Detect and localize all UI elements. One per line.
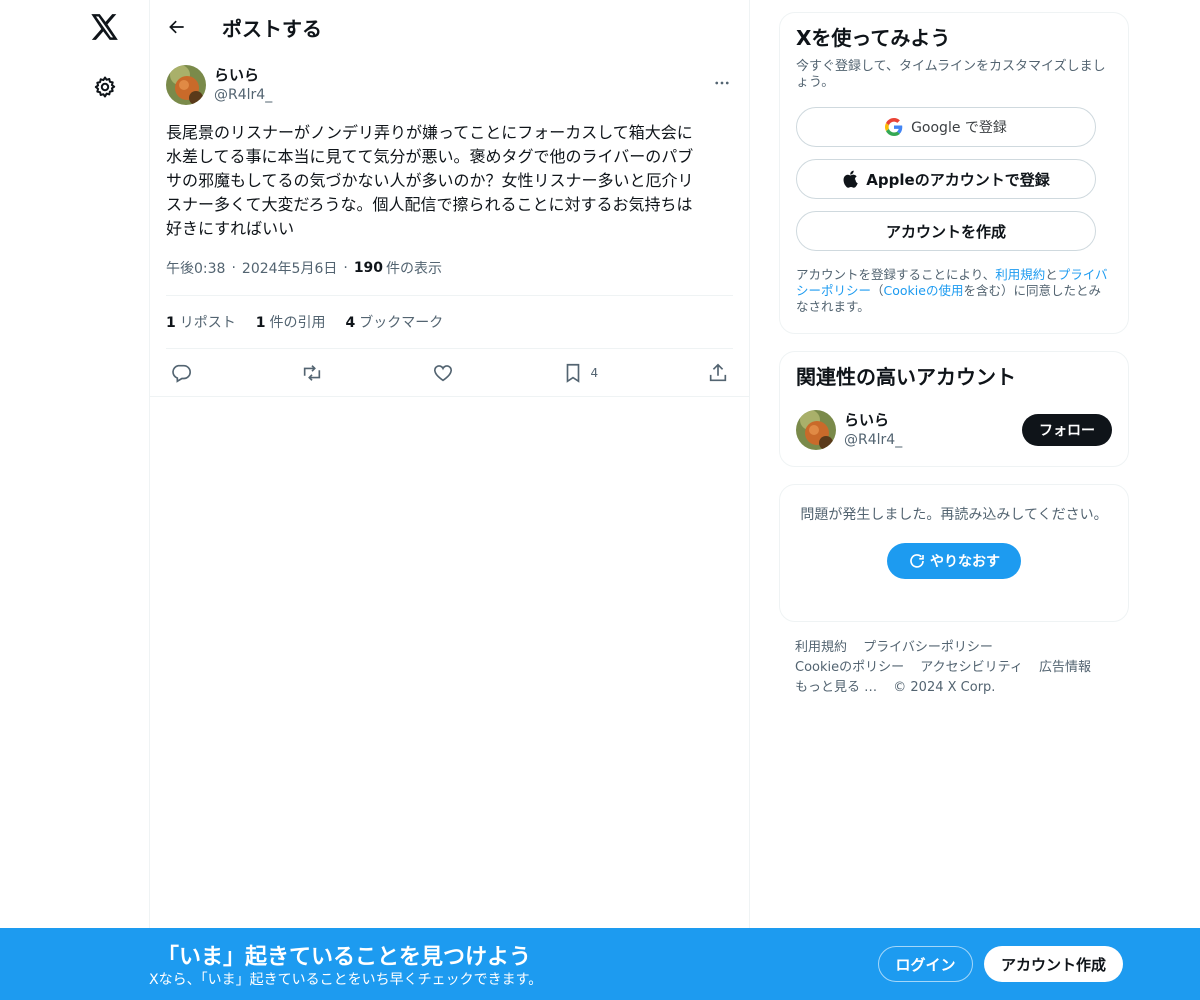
page-title: ポストする <box>222 16 322 41</box>
meta-separator: · <box>231 260 236 276</box>
related-account-info: らいら @R4lr4_ <box>844 410 902 450</box>
post-detail: らいら @R4lr4_ 長尾景のリスナーがノンデリ弄りが嫌ってことにフォーカスし… <box>150 54 749 397</box>
views-count: 190 <box>353 260 384 276</box>
footer-accessibility-link[interactable]: アクセシビリティ <box>920 660 1023 675</box>
related-account-handle[interactable]: @R4lr4_ <box>844 430 902 450</box>
related-title: 関連性の高いアカウント <box>796 365 1016 389</box>
related-accounts-card: 関連性の高いアカウント らいら @R4lr4_ フォロー <box>779 351 1129 467</box>
left-nav <box>0 0 150 1000</box>
create-account-label: アカウントを作成 <box>885 222 1006 241</box>
reply-icon[interactable] <box>170 362 192 384</box>
footer-privacy-link[interactable]: プライバシーポリシー <box>863 640 993 655</box>
footer-more-link[interactable]: もっと見る … <box>795 680 877 695</box>
avatar[interactable] <box>796 410 836 450</box>
post-time[interactable]: 午後0:38 <box>166 258 225 278</box>
legal-prefix: アカウントを登録することにより、 <box>796 267 996 282</box>
meta-separator: · <box>343 260 348 276</box>
repost-icon[interactable] <box>301 362 323 384</box>
views-label: 件の表示 <box>386 261 443 277</box>
main-column: ポストする らいら @R4lr4_ 長尾景のリスナーがノンデリ弄りが嫌ってことに… <box>149 0 750 1000</box>
signup-card: Xを使ってみよう 今すぐ登録して、タイムラインをカスタマイズしましょう。 Goo… <box>779 12 1129 334</box>
legal-paren: （ <box>871 283 884 298</box>
signup-buttons: Google で登録 Appleのアカウントで登録 アカウントを作成 <box>796 107 1112 251</box>
back-arrow-icon[interactable] <box>164 14 190 40</box>
reposts-label: リポスト <box>179 315 236 331</box>
banner-subtitle: Xなら、「いま」起きていることをいち早くチェックできます。 <box>149 972 543 988</box>
banner-title: 「いま」起きていることを見つけよう <box>157 945 532 970</box>
follow-button[interactable]: フォロー <box>1022 414 1112 446</box>
page-header: ポストする <box>150 0 749 54</box>
more-options-icon[interactable] <box>713 74 731 96</box>
quotes-count: 1 <box>255 315 266 331</box>
bookmarks-count: 4 <box>345 315 356 331</box>
cookie-link[interactable]: Cookieの使用 <box>884 283 964 298</box>
terms-link[interactable]: 利用規約 <box>995 267 1045 282</box>
apple-icon <box>842 170 859 188</box>
signup-subtitle: 今すぐ登録して、タイムラインをカスタマイズしましょう。 <box>796 59 1106 90</box>
post-stats: 1 リポスト 1 件の引用 4 ブックマーク <box>166 295 733 348</box>
author-handle[interactable]: @R4lr4_ <box>214 85 272 105</box>
legal-notice: アカウントを登録することにより、利用規約とプライバシーポリシー（Cookieの使… <box>796 267 1112 315</box>
footer-cookie-link[interactable]: Cookieのポリシー <box>795 660 904 675</box>
x-logo-icon[interactable] <box>88 10 122 44</box>
related-account-row[interactable]: らいら @R4lr4_ フォロー <box>796 410 1112 450</box>
reposts-count: 1 <box>166 315 176 331</box>
legal-and: と <box>1045 267 1058 282</box>
retry-label: やりなおす <box>930 554 1000 570</box>
error-card: 問題が発生しました。再読み込みしてください。 やりなおす <box>779 484 1129 622</box>
footer-ads-link[interactable]: 広告情報 <box>1039 660 1091 675</box>
bookmark-button[interactable]: 4 <box>562 362 598 384</box>
apple-signup-label: Appleのアカウントで登録 <box>866 170 1050 189</box>
create-account-button[interactable]: アカウントを作成 <box>796 211 1096 251</box>
post-actions: 4 <box>166 348 733 396</box>
post-date[interactable]: 2024年5月6日 <box>242 258 337 278</box>
bookmarks-stat[interactable]: 4 ブックマーク <box>346 312 444 332</box>
quotes-stat[interactable]: 1 件の引用 <box>256 312 326 332</box>
post-meta: 午後0:38 · 2024年5月6日 · 190 件の表示 <box>166 257 733 281</box>
login-button[interactable]: ログイン <box>878 946 973 982</box>
bottom-banner: 「いま」起きていることを見つけよう Xなら、「いま」起きていることをいち早くチェ… <box>0 928 1200 1000</box>
post-text: 長尾景のリスナーがノンデリ弄りが嫌ってことにフォーカスして箱大会に 水差してる事… <box>166 123 694 238</box>
reposts-stat[interactable]: 1 リポスト <box>166 312 236 332</box>
author-info: らいら @R4lr4_ <box>214 65 272 105</box>
footer-terms-link[interactable]: 利用規約 <box>795 640 847 655</box>
footer-copyright: © 2024 X Corp. <box>893 680 996 695</box>
post-author: らいら @R4lr4_ <box>166 64 733 106</box>
bookmarks-label: ブックマーク <box>359 315 444 331</box>
signup-button[interactable]: アカウント作成 <box>984 946 1123 982</box>
error-message: 問題が発生しました。再読み込みしてください。 <box>800 507 1108 523</box>
apple-signup-button[interactable]: Appleのアカウントで登録 <box>796 159 1096 199</box>
refresh-icon <box>908 552 930 570</box>
bookmark-icon <box>562 362 584 384</box>
quotes-label: 件の引用 <box>269 315 326 331</box>
signup-title: Xを使ってみよう <box>796 26 951 50</box>
author-name[interactable]: らいら <box>214 65 272 85</box>
google-icon <box>885 118 903 136</box>
right-sidebar: Xを使ってみよう 今すぐ登録して、タイムラインをカスタマイズしましょう。 Goo… <box>779 12 1129 698</box>
google-signup-button[interactable]: Google で登録 <box>796 107 1096 147</box>
bookmark-action-count: 4 <box>590 365 599 380</box>
like-icon[interactable] <box>432 362 454 384</box>
gear-icon[interactable] <box>89 71 121 103</box>
retry-button[interactable]: やりなおす <box>887 543 1021 579</box>
footer-links: 利用規約 プライバシーポリシー Cookieのポリシー アクセシビリティ 広告情… <box>779 638 1129 698</box>
google-signup-label: Google で登録 <box>911 120 1007 136</box>
related-account-name[interactable]: らいら <box>844 410 902 430</box>
avatar[interactable] <box>166 65 206 105</box>
share-icon[interactable] <box>707 362 729 384</box>
